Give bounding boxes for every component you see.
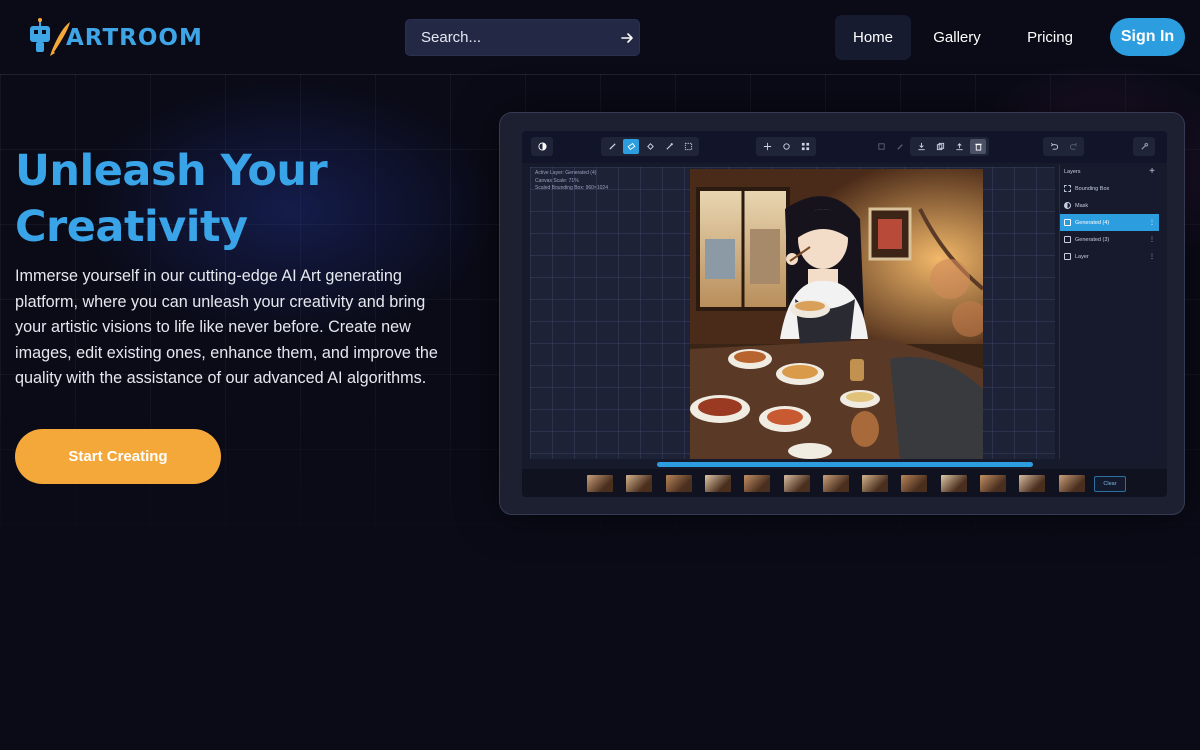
thumbnail[interactable] bbox=[587, 475, 613, 492]
thumbnail[interactable] bbox=[744, 475, 771, 492]
bounding-box-icon bbox=[1064, 185, 1071, 192]
eyedropper-icon[interactable] bbox=[661, 139, 677, 154]
search-input[interactable] bbox=[421, 29, 620, 46]
editor-toolbar bbox=[522, 131, 1167, 163]
eraser-icon[interactable] bbox=[623, 139, 639, 154]
layers-title: Layers bbox=[1064, 169, 1081, 175]
thumbnail[interactable] bbox=[783, 475, 810, 492]
image-icon bbox=[1064, 219, 1071, 226]
logo-text: ARTROOM bbox=[66, 25, 203, 51]
editor-screen: Active Layer: Generated (4) Canvas Scale… bbox=[522, 131, 1167, 497]
main-nav: Home Gallery Pricing bbox=[835, 15, 1097, 60]
thumbnail-strip: Clear bbox=[522, 469, 1167, 497]
layer-menu-icon[interactable]: ⋮ bbox=[1149, 237, 1155, 243]
upload-icon[interactable] bbox=[951, 139, 967, 154]
add-layer-icon[interactable]: + bbox=[1149, 167, 1155, 177]
redo-icon[interactable] bbox=[1065, 139, 1081, 154]
thumbnail[interactable] bbox=[980, 475, 1006, 492]
layer-row[interactable]: Generated (4) ⋮ bbox=[1060, 214, 1159, 231]
robot-logo-icon bbox=[24, 16, 72, 60]
layer-list: Bounding Box Mask Generated (4) ⋮ Generated … bbox=[1060, 180, 1159, 265]
fill-icon[interactable] bbox=[642, 139, 658, 154]
editor-canvas[interactable]: Active Layer: Generated (4) Canvas Scale… bbox=[530, 167, 1055, 459]
download-icon[interactable] bbox=[913, 139, 929, 154]
thumbnail[interactable] bbox=[1019, 475, 1046, 492]
site-header: ARTROOM Home Gallery Pricing Sign In bbox=[0, 0, 1200, 75]
image-icon bbox=[1064, 253, 1071, 260]
generated-artwork-image bbox=[690, 169, 983, 459]
thumbnail[interactable] bbox=[1058, 475, 1085, 492]
toolbar-group-settings bbox=[1133, 137, 1155, 156]
layer-row[interactable]: Generated (3) ⋮ bbox=[1060, 231, 1159, 248]
settings-icon[interactable] bbox=[1136, 139, 1152, 154]
thumbnail[interactable] bbox=[704, 475, 731, 492]
sign-in-button[interactable]: Sign In bbox=[1110, 18, 1185, 56]
toolbar-group-history bbox=[1043, 137, 1084, 156]
arrow-right-icon[interactable] bbox=[620, 31, 634, 45]
logo[interactable]: ARTROOM bbox=[24, 16, 203, 60]
hero-title: Unleash Your Creativity bbox=[15, 146, 328, 252]
mask-icon bbox=[1064, 202, 1071, 209]
thumbnail[interactable] bbox=[940, 475, 967, 492]
nav-home[interactable]: Home bbox=[835, 15, 911, 60]
layer-row[interactable]: Bounding Box bbox=[1060, 180, 1159, 197]
layer-row[interactable]: Mask bbox=[1060, 197, 1159, 214]
layers-header: Layers + bbox=[1060, 165, 1159, 180]
layer-menu-icon[interactable]: ⋮ bbox=[1149, 220, 1155, 226]
target-icon[interactable] bbox=[778, 139, 794, 154]
toolbar-group-disabled bbox=[870, 137, 911, 156]
layer-label: Layer bbox=[1075, 253, 1089, 260]
toolbar-group-tools bbox=[601, 137, 699, 156]
search-bar[interactable] bbox=[405, 19, 640, 56]
toolbar-group-view bbox=[531, 137, 553, 156]
toolbar-group-transform bbox=[756, 137, 816, 156]
thumbnail[interactable] bbox=[626, 475, 653, 492]
thumbnail[interactable] bbox=[901, 475, 928, 492]
thumbnail[interactable] bbox=[665, 475, 692, 492]
undo-icon[interactable] bbox=[1046, 139, 1062, 154]
merge-icon[interactable] bbox=[873, 139, 889, 154]
start-creating-button[interactable]: Start Creating bbox=[15, 429, 221, 484]
layers-panel: Layers + Bounding Box Mask Generated (4) ⋮ G… bbox=[1059, 165, 1159, 459]
clear-button[interactable]: Clear bbox=[1094, 476, 1126, 492]
editor-preview-device: Active Layer: Generated (4) Canvas Scale… bbox=[499, 112, 1185, 515]
layer-label: Mask bbox=[1075, 202, 1089, 209]
contrast-icon[interactable] bbox=[534, 139, 550, 154]
layer-row[interactable]: Layer ⋮ bbox=[1060, 248, 1159, 265]
bounding-box-info: Scaled Bounding Box: 960×1024 bbox=[535, 185, 608, 191]
layer-label: Generated (4) bbox=[1075, 219, 1110, 226]
canvas-scale-info: Canvas Scale: 71% bbox=[535, 177, 579, 184]
nav-pricing[interactable]: Pricing bbox=[1003, 15, 1097, 60]
copy-icon[interactable] bbox=[932, 139, 948, 154]
layer-label: Generated (3) bbox=[1075, 236, 1110, 243]
active-layer-info: Active Layer: Generated (4) bbox=[535, 170, 597, 176]
image-icon bbox=[1064, 236, 1071, 243]
nav-gallery[interactable]: Gallery bbox=[911, 15, 1003, 60]
wrench-icon[interactable] bbox=[892, 139, 908, 154]
hero-description: Immerse yourself in our cutting-edge AI … bbox=[15, 267, 438, 387]
toolbar-group-file bbox=[910, 137, 989, 156]
move-icon[interactable] bbox=[759, 139, 775, 154]
thumbnail[interactable] bbox=[822, 475, 849, 492]
grid-icon[interactable] bbox=[797, 139, 813, 154]
layer-label: Bounding Box bbox=[1075, 185, 1110, 192]
trash-icon[interactable] bbox=[970, 139, 986, 154]
select-icon[interactable] bbox=[680, 139, 696, 154]
brush-icon[interactable] bbox=[604, 139, 620, 154]
canvas-info: Active Layer: Generated (4) Canvas Scale… bbox=[535, 170, 608, 193]
generation-progress-bar bbox=[657, 462, 1033, 467]
layer-menu-icon[interactable]: ⋮ bbox=[1149, 254, 1155, 260]
thumbnail[interactable] bbox=[862, 475, 889, 492]
